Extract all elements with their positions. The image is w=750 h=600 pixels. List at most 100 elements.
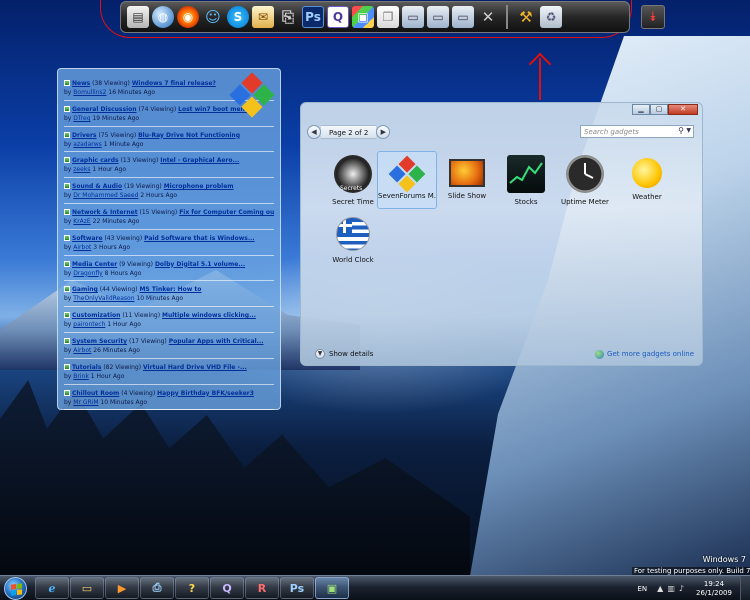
forum-user-link[interactable]: zeeks [73,166,90,173]
forum-thread-title-link[interactable]: Intel - Graphical Aero... [160,157,239,164]
network-tray-icon[interactable]: ▥ [667,584,675,593]
forum-user-link[interactable]: azadarws [73,141,102,148]
chevron-down-icon[interactable]: ▼ [686,126,691,136]
forum-user-link[interactable]: Airbot [73,347,91,354]
forum-category-link[interactable]: News [72,80,90,87]
window-icon[interactable]: ▣ [352,6,374,28]
tools-icon[interactable]: ✕ [477,6,499,28]
help-icon[interactable]: ? [175,577,209,599]
forum-thread-item[interactable]: Tutorials (82 Viewing) Virtual Hard Driv… [64,359,274,385]
forum-category-link[interactable]: System Security [72,338,127,345]
close-button[interactable]: ✕ [668,104,698,115]
winrar-icon[interactable]: R [245,577,279,599]
forum-thread-item[interactable]: Media Center (9 Viewing) Dolby Digital 5… [64,256,274,282]
gadget-weather[interactable]: Weather [617,151,677,209]
download-arrow-icon[interactable]: ⯯ [641,5,665,29]
clock[interactable]: 19:24 26/1/2009 [688,580,740,598]
forum-user-link[interactable]: Mr GRiM [73,399,98,406]
forum-thread-title-link[interactable]: Happy Birthday BFK/seeker3 [157,390,254,397]
next-page-button[interactable]: ▶ [376,125,391,139]
forum-category-link[interactable]: Software [72,235,103,242]
forum-user-link[interactable]: TheOnlyValidReason [73,295,134,302]
recycle-bin-icon[interactable]: ♻ [540,6,562,28]
forum-thread-item[interactable]: Network & Internet (15 Viewing) Fix for … [64,204,274,230]
forum-thread-item[interactable]: Drivers (75 Viewing) Blu-Ray Drive Not F… [64,127,274,153]
gadget-secret-time[interactable]: Secrets Secret Time [323,151,383,209]
mail-icon[interactable]: ✉ [252,6,274,28]
forum-user-link[interactable]: Bomullins2 [73,89,106,96]
forum-user-link[interactable]: Dragonfly [73,270,102,277]
explorer-icon[interactable]: ▭ [70,577,104,599]
forum-category-link[interactable]: Tutorials [72,364,101,371]
start-button[interactable] [4,577,27,600]
gadget-world-clock[interactable]: World Clock [323,213,383,271]
gadget-sevenforums[interactable]: SevenForums M... [377,151,437,209]
forum-thread-title-link[interactable]: Microphone problem [164,183,234,190]
ie-icon[interactable]: ℯ [35,577,69,599]
forum-thread-item[interactable]: Gaming (44 Viewing) MS Tinker: How to by … [64,281,274,308]
forum-thread-title-link[interactable]: Fix for Computer Coming out... [179,209,274,216]
forum-category-link[interactable]: Media Center [72,261,117,268]
document-icon[interactable]: Q [210,577,244,599]
maximize-button[interactable]: ▢ [650,104,668,115]
tray-arrow-icon[interactable]: ▲ [657,584,663,593]
forum-thread-item[interactable]: Chillout Room (4 Viewing) Happy Birthday… [64,385,274,411]
forum-category-link[interactable]: General Discussion [72,106,137,113]
forum-thread-title-link[interactable]: Dolby Digital 5.1 volume... [155,261,245,268]
forum-thread-title-link[interactable]: Virtual Hard Drive VHD File -... [143,364,247,371]
forum-user-link[interactable]: Dr Mohammed Saeed [73,192,138,199]
book-icon[interactable]: ❐ [377,6,399,28]
volume-icon[interactable]: ♪ [679,584,684,593]
media-player-icon[interactable]: ◉ [177,6,199,28]
minimize-button[interactable]: ▁ [632,104,650,115]
notepad-icon[interactable]: ▤ [127,6,149,28]
forum-user-link[interactable]: DTreg [73,115,90,122]
forum-category-link[interactable]: Graphic cards [72,157,119,164]
forum-category-link[interactable]: Customization [72,312,120,319]
forum-thread-title-link[interactable]: Paid Software that is Windows... [144,235,255,242]
forum-thread-item[interactable]: Graphic cards (13 Viewing) Intel - Graph… [64,152,274,179]
photoshop-icon[interactable]: Ps [280,577,314,599]
forum-thread-title-link[interactable]: Lost win7 boot menu [178,106,249,113]
get-more-gadgets-link[interactable]: Get more gadgets online [595,349,694,359]
search-icon[interactable]: ⚲ [678,126,684,136]
media-player-icon[interactable]: ▶ [105,577,139,599]
forum-user-link[interactable]: pairontech [73,321,105,328]
forum-category-link[interactable]: Drivers [72,132,97,139]
forum-user-link[interactable]: Brink [73,373,89,380]
search-gadgets-input[interactable]: Search gadgets ⚲ ▼ [580,125,694,138]
forum-thread-item[interactable]: Sound & Audio (19 Viewing) Microphone pr… [64,178,274,204]
forum-thread-title-link[interactable]: Multiple windows clicking... [162,312,256,319]
forum-thread-item[interactable]: Customization (11 Viewing) Multiple wind… [64,307,274,333]
gadget-window-icon[interactable]: ▣ [315,577,349,599]
forum-category-link[interactable]: Chillout Room [72,390,119,397]
folder-icon[interactable]: ▭ [452,6,474,28]
forum-thread-item[interactable]: Software (43 Viewing) Paid Software that… [64,230,274,256]
messenger-icon[interactable]: ☺ [202,6,224,28]
forum-category-link[interactable]: Sound & Audio [72,183,122,190]
forum-category-link[interactable]: Network & Internet [72,209,138,216]
folder-icon[interactable]: ▭ [427,6,449,28]
folder-icon[interactable]: ▭ [402,6,424,28]
forum-user-link[interactable]: Airbot [73,244,91,251]
network-icon[interactable]: ⎙ [140,577,174,599]
forum-thread-title-link[interactable]: Blu-Ray Drive Not Functioning [138,132,240,139]
show-desktop-button[interactable] [740,576,750,600]
tools-icon[interactable]: ⚒ [515,6,537,28]
gadget-stocks[interactable]: Stocks [496,151,556,209]
forum-user-link[interactable]: KrAzE [73,218,90,225]
forum-thread-title-link[interactable]: Popular Apps with Critical... [169,338,264,345]
forum-thread-title-link[interactable]: Windows 7 final release? [132,80,216,87]
document-icon[interactable]: Q [327,6,349,28]
forum-thread-item[interactable]: System Security (17 Viewing) Popular App… [64,333,274,359]
gadget-uptime-meter[interactable]: Uptime Meter [555,151,615,209]
skype-icon[interactable]: S [227,6,249,28]
photoshop-icon[interactable]: Ps [302,6,324,28]
gadget-slide-show[interactable]: Slide Show [437,151,497,209]
previous-page-button[interactable]: ◀ [307,125,321,139]
clipboard-icon[interactable]: ⎘ [277,6,299,28]
globe-icon[interactable]: ◍ [152,6,174,28]
show-details-toggle[interactable]: ▼ Show details [315,349,373,359]
language-indicator[interactable]: EN [638,585,648,593]
forum-thread-title-link[interactable]: MS Tinker: How to [139,286,201,293]
